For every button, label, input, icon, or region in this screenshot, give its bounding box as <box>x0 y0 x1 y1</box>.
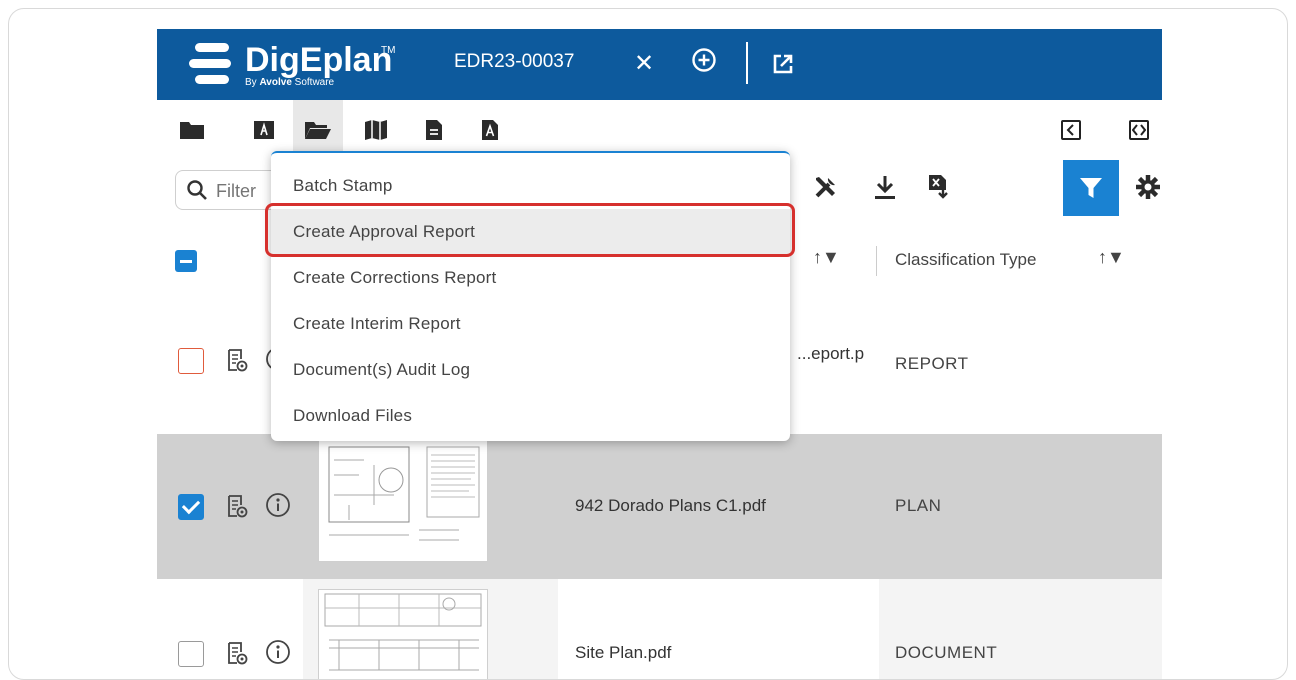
document-view-icon <box>228 642 248 665</box>
plan-thumbnail[interactable] <box>318 434 488 562</box>
row-checkbox-checked[interactable] <box>178 494 204 520</box>
row-filename[interactable]: 942 Dorado Plans C1.pdf <box>575 496 766 516</box>
menu-item-batch-stamp[interactable]: Batch Stamp <box>271 163 790 209</box>
gear-icon <box>1136 175 1160 199</box>
logo-trademark: TM <box>381 45 396 56</box>
app-header: DigEplan TM By Avolve Software EDR23-000… <box>157 29 1162 100</box>
actions-dropdown-menu: Batch Stamp Create Approval Report Creat… <box>271 151 790 441</box>
row-filename[interactable]: ...eport.p <box>797 344 864 364</box>
document-view-button[interactable] <box>227 494 249 525</box>
header-divider <box>746 42 748 84</box>
open-external-button[interactable] <box>772 53 794 80</box>
search-icon <box>187 180 207 200</box>
tools-icon <box>815 177 835 198</box>
row-classification: PLAN <box>895 496 942 515</box>
document-view-button[interactable] <box>227 641 249 672</box>
folder-open-icon <box>305 122 331 139</box>
document-view-icon <box>228 495 248 518</box>
logo-mark-icon <box>189 43 231 84</box>
close-record-button[interactable]: ✕ <box>634 49 654 78</box>
classification-sort-button[interactable]: ↑▼ <box>1098 247 1125 268</box>
logo-sub-prefix: By <box>245 77 260 88</box>
row-checkbox[interactable] <box>178 348 204 374</box>
tab-folder[interactable] <box>167 100 217 160</box>
menu-item-document-audit-log[interactable]: Document(s) Audit Log <box>271 347 790 393</box>
menu-item-create-approval-report[interactable]: Create Approval Report <box>271 209 790 255</box>
collapse-left-button[interactable] <box>1061 120 1081 140</box>
chevron-left-icon <box>1066 124 1074 136</box>
filter-toggle-button[interactable] <box>1063 160 1119 216</box>
menu-item-create-corrections-report[interactable]: Create Corrections Report <box>271 255 790 301</box>
screenshot-frame: DigEplan TM By Avolve Software EDR23-000… <box>8 8 1288 680</box>
table-row-selected[interactable]: 942 Dorado Plans C1.pdf PLAN <box>157 434 1162 579</box>
info-icon <box>266 493 290 517</box>
select-all-checkbox[interactable] <box>175 250 197 272</box>
menu-item-create-interim-report[interactable]: Create Interim Report <box>271 301 790 347</box>
filter-funnel-icon <box>1080 178 1102 198</box>
info-icon <box>266 640 290 664</box>
document-view-button[interactable] <box>227 348 249 379</box>
plus-circle-icon <box>692 48 716 72</box>
code-arrows-icon <box>1132 124 1146 136</box>
add-record-button[interactable] <box>691 47 717 78</box>
column-header-classification-type[interactable]: Classification Type <box>895 250 1036 270</box>
row-checkbox[interactable] <box>178 641 204 667</box>
logo-sub-brand: Avolve <box>259 77 292 88</box>
external-link-icon <box>773 54 793 74</box>
document-icon <box>426 120 442 140</box>
folder-icon <box>180 122 204 139</box>
type-cell <box>879 579 1162 679</box>
settings-button[interactable] <box>1135 174 1161 205</box>
filename-sort-button[interactable]: ↑▼ <box>813 247 840 268</box>
row-classification: DOCUMENT <box>895 643 998 662</box>
record-id: EDR23-00037 <box>454 51 575 72</box>
row-filename[interactable]: Site Plan.pdf <box>575 643 671 663</box>
logo-sub-suffix: Software <box>291 77 335 88</box>
digeplan-logo: DigEplan TM By Avolve Software <box>189 39 399 91</box>
info-button[interactable] <box>265 492 291 523</box>
annotation-document-icon <box>482 120 498 140</box>
download-button[interactable] <box>873 174 897 205</box>
binder-icon <box>254 121 274 139</box>
floor-plan-thumbnail-image <box>319 435 487 561</box>
map-icon <box>365 120 387 140</box>
column-divider <box>876 246 877 276</box>
export-file-button[interactable] <box>927 174 951 205</box>
info-button[interactable] <box>265 639 291 670</box>
logo-title: DigEplan <box>245 41 393 79</box>
tools-button[interactable] <box>813 174 839 205</box>
menu-item-download-files[interactable]: Download Files <box>271 393 790 439</box>
table-row[interactable]: Site Plan.pdf DOCUMENT <box>157 579 1162 679</box>
download-icon <box>875 176 895 199</box>
row-classification: REPORT <box>895 354 969 373</box>
document-view-icon <box>228 349 248 372</box>
expand-panel-button[interactable] <box>1129 120 1149 140</box>
file-export-icon <box>929 175 948 199</box>
logo-subtitle: By Avolve Software <box>245 77 334 88</box>
